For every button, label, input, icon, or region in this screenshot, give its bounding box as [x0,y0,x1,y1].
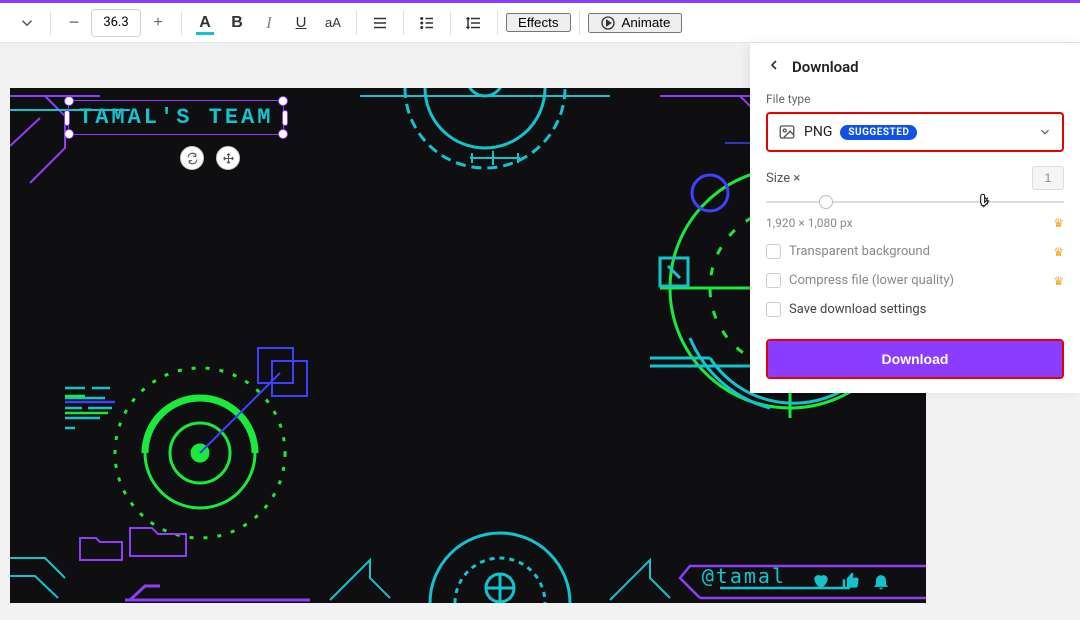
suggested-badge: SUGGESTED [840,125,917,140]
divider [356,11,357,35]
crown-icon: ♛ [1053,274,1064,288]
underline-button[interactable]: U [286,8,316,38]
align-button[interactable] [365,8,395,38]
divider [403,11,404,35]
animate-button[interactable]: Animate [588,13,683,33]
save-settings-label: Save download settings [789,302,926,317]
filetype-label: File type [766,92,1064,106]
size-input[interactable] [1032,166,1064,190]
divider [181,11,182,35]
transparent-label: Transparent background [789,244,930,259]
social-icons [811,571,891,591]
chevron-down-icon [1038,125,1052,139]
handle-text: @tamal [702,564,786,588]
toolbar-dropdown[interactable] [12,8,42,38]
divider [579,11,580,35]
list-button[interactable] [412,8,442,38]
bold-button[interactable]: B [222,8,252,38]
panel-title: Download [792,58,859,76]
move-icon[interactable] [216,146,240,170]
cursor-icon [978,191,994,211]
download-button[interactable]: Download [768,341,1062,377]
italic-button[interactable]: I [254,8,284,38]
save-settings-checkbox[interactable] [766,302,781,317]
back-button[interactable] [766,57,782,76]
font-size-input[interactable]: 36.3 [91,9,141,37]
effects-button[interactable]: Effects [506,13,571,32]
resize-handle[interactable] [64,129,74,139]
divider [50,11,51,35]
font-size-plus[interactable]: + [143,8,173,38]
slider-thumb[interactable] [819,195,833,209]
dimensions-text: 1,920 × 1,080 px [766,216,853,230]
filetype-select[interactable]: PNG SUGGESTED [766,112,1064,152]
sync-icon[interactable] [180,146,204,170]
compress-checkbox[interactable] [766,273,781,288]
resize-handle[interactable] [282,110,288,126]
divider [450,11,451,35]
text-case-button[interactable]: aA [318,8,348,38]
size-label: Size × [766,171,800,186]
divider [497,11,498,35]
compress-label: Compress file (lower quality) [789,273,954,288]
size-slider[interactable] [766,190,1064,214]
canvas-area: TAMAL'S TEAM @tamal Download File type [0,43,1080,620]
filetype-value: PNG [804,124,832,140]
crown-icon: ♛ [1053,216,1064,230]
image-icon [778,123,796,141]
resize-handle[interactable] [64,96,74,106]
thumbs-up-icon [841,571,861,591]
transparent-checkbox[interactable] [766,244,781,259]
spacing-button[interactable] [459,8,489,38]
download-panel: Download File type PNG SUGGESTED Size × … [750,43,1080,393]
bell-icon [871,571,891,591]
heart-icon [811,571,831,591]
resize-handle[interactable] [64,110,70,126]
text-color-button[interactable]: A [190,8,220,38]
toolbar: − 36.3 + A B I U aA Effects Animate [0,3,1080,43]
selected-text-element[interactable]: TAMAL'S TEAM [68,100,284,135]
crown-icon: ♛ [1053,245,1064,259]
font-size-minus[interactable]: − [59,8,89,38]
